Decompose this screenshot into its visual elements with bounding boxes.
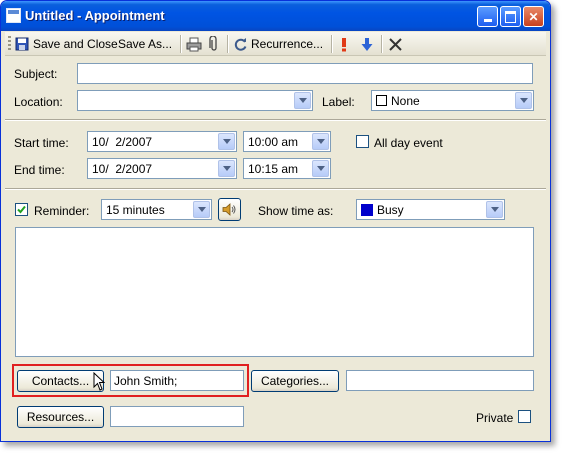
notes-textarea[interactable]: [15, 227, 534, 357]
chevron-down-icon[interactable]: [312, 133, 329, 150]
start-time-label: Start time:: [14, 136, 69, 150]
recurrence-label: Recurrence...: [251, 37, 324, 51]
divider: [5, 188, 546, 190]
paperclip-icon: [209, 36, 217, 51]
toolbar-separator: [381, 35, 382, 53]
toolbar: Save and Close Save As... Recurrence...: [5, 32, 546, 56]
reminder-sound-button[interactable]: [218, 198, 241, 221]
label-dropdown[interactable]: None: [371, 90, 534, 111]
end-time-dropdown[interactable]: 10:15 am: [243, 158, 331, 179]
all-day-checkbox[interactable]: [356, 135, 369, 148]
categories-button-label: Categories...: [260, 374, 330, 388]
speaker-icon: [222, 203, 236, 216]
checkmark-icon: [17, 205, 26, 214]
minimize-button[interactable]: [477, 6, 498, 27]
low-importance-button[interactable]: [361, 35, 373, 53]
chevron-down-icon[interactable]: [218, 160, 235, 177]
private-checkbox[interactable]: [518, 410, 531, 423]
save-as-button[interactable]: Save As...: [118, 35, 172, 53]
toolbar-separator: [180, 35, 181, 53]
reminder-dropdown[interactable]: 15 minutes: [101, 199, 212, 220]
busy-color-swatch: [361, 204, 373, 216]
subject-input[interactable]: [77, 63, 533, 84]
highlight-box: [12, 364, 249, 397]
start-time-dropdown[interactable]: 10:00 am: [243, 131, 331, 152]
resources-button[interactable]: Resources...: [17, 406, 104, 428]
recurrence-icon: [234, 37, 247, 51]
start-date-value: 10/ 2/2007: [92, 135, 153, 149]
private-label: Private: [476, 411, 514, 425]
attach-button[interactable]: [209, 35, 219, 53]
start-date-dropdown[interactable]: 10/ 2/2007: [87, 131, 237, 152]
toolbar-separator: [227, 35, 228, 53]
maximize-button[interactable]: [500, 6, 521, 27]
save-icon: [15, 37, 29, 51]
recurrence-button[interactable]: Recurrence...: [233, 35, 323, 53]
end-time-label: End time:: [14, 163, 65, 177]
save-as-label: Save As...: [118, 37, 173, 51]
divider: [5, 119, 546, 121]
chevron-down-icon[interactable]: [515, 92, 532, 109]
appointment-window: Untitled - Appointment ✕ Save and Close …: [0, 0, 551, 442]
label-value: None: [391, 94, 420, 108]
save-and-close-label: Save and Close: [33, 37, 118, 51]
title-bar[interactable]: Untitled - Appointment ✕: [1, 1, 550, 31]
maximize-icon: [505, 10, 516, 23]
chevron-down-icon[interactable]: [294, 92, 311, 109]
high-importance-button[interactable]: [339, 35, 349, 53]
calendar-icon: [6, 8, 21, 23]
chevron-down-icon[interactable]: [218, 133, 235, 150]
exclamation-icon: [342, 37, 346, 51]
location-dropdown[interactable]: [77, 90, 313, 111]
label-label: Label:: [322, 95, 355, 109]
reminder-value: 15 minutes: [106, 203, 165, 217]
all-day-label: All day event: [374, 136, 443, 150]
window-title: Untitled - Appointment: [25, 8, 165, 23]
chevron-down-icon[interactable]: [312, 160, 329, 177]
show-time-as-value: Busy: [377, 203, 404, 217]
minimize-icon: [483, 19, 492, 22]
resources-button-label: Resources...: [26, 410, 95, 424]
end-time-value: 10:15 am: [248, 162, 299, 176]
reminder-checkbox[interactable]: [15, 203, 28, 216]
toolbar-grip[interactable]: [8, 36, 11, 52]
print-button[interactable]: [186, 35, 202, 53]
delete-button[interactable]: [389, 35, 402, 53]
end-date-value: 10/ 2/2007: [92, 162, 153, 176]
toolbar-separator: [331, 35, 332, 53]
print-icon: [186, 37, 202, 51]
start-time-value: 10:00 am: [248, 135, 299, 149]
save-and-close-button[interactable]: Save and Close: [15, 35, 118, 53]
reminder-label: Reminder:: [34, 204, 90, 218]
end-date-dropdown[interactable]: 10/ 2/2007: [87, 158, 237, 179]
arrow-down-icon: [361, 37, 373, 51]
subject-label: Subject:: [14, 67, 58, 81]
location-label: Location:: [14, 95, 63, 109]
delete-icon: [389, 37, 402, 51]
close-icon: ✕: [528, 9, 539, 24]
resources-input[interactable]: [110, 406, 244, 427]
show-time-as-label: Show time as:: [258, 204, 334, 218]
show-time-as-dropdown[interactable]: Busy: [356, 199, 505, 220]
close-button[interactable]: ✕: [523, 6, 544, 27]
categories-input[interactable]: [346, 370, 534, 391]
label-color-swatch: [376, 95, 387, 106]
chevron-down-icon[interactable]: [486, 201, 503, 218]
chevron-down-icon[interactable]: [193, 201, 210, 218]
categories-button[interactable]: Categories...: [251, 370, 339, 392]
